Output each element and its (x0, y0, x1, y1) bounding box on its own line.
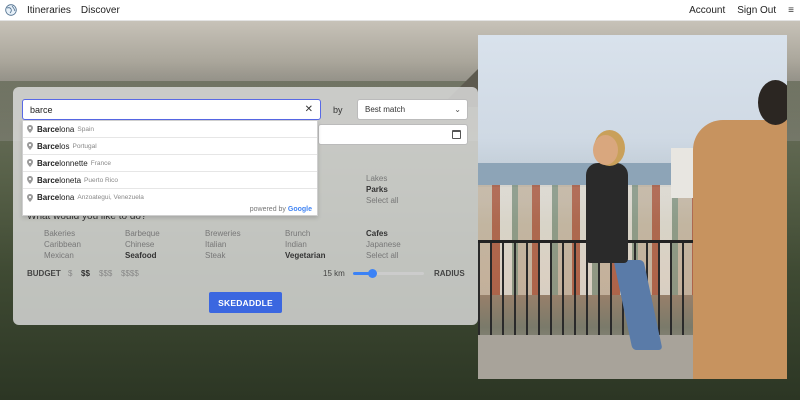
radius-label: RADIUS (434, 269, 465, 278)
budget-option-2[interactable]: $$ (81, 269, 90, 278)
suggestion-item[interactable]: Barcelona Spain (23, 121, 317, 138)
suggestion-name: Barcelona (37, 193, 74, 202)
suggestion-name: Barcelonnette (37, 159, 88, 168)
suggestion-item[interactable]: Barcelona Anzoategui, Venezuela (23, 189, 317, 206)
photo-man-body (693, 120, 787, 379)
food-seafood[interactable]: Seafood (125, 251, 157, 260)
chevron-down-icon: ⌄ (454, 105, 461, 114)
nav-right-group: Account Sign Out ≡ (689, 5, 800, 16)
food-steak[interactable]: Steak (205, 251, 225, 260)
powered-by-google: powered by Google (250, 206, 312, 213)
food-mexican[interactable]: Mexican (44, 251, 74, 260)
food-brunch[interactable]: Brunch (285, 229, 310, 238)
nav-discover[interactable]: Discover (81, 5, 120, 16)
suggestion-region: Puerto Rico (84, 176, 119, 184)
suggestion-region: Portugal (72, 142, 97, 150)
suggestion-name: Barceloneta (37, 176, 81, 185)
suggestion-name: Barcelona (37, 125, 74, 134)
date-field[interactable] (318, 124, 468, 145)
suggestion-rest: lonnette (59, 158, 88, 168)
map-pin-icon (27, 193, 33, 202)
suggestion-match: Barce (37, 141, 60, 151)
nav-sign-out[interactable]: Sign Out (737, 5, 776, 16)
suggestion-region: Spain (77, 125, 94, 133)
food-italian[interactable]: Italian (205, 240, 226, 249)
powered-by-prefix: powered by (249, 206, 288, 213)
activity-lakes[interactable]: Lakes (366, 174, 387, 183)
clear-icon[interactable]: ✕ (305, 104, 313, 115)
food-cafes[interactable]: Cafes (366, 229, 388, 238)
food-chinese[interactable]: Chinese (125, 240, 154, 249)
budget-option-4[interactable]: $$$$ (121, 269, 139, 278)
map-pin-icon (27, 176, 33, 184)
photo-church-tower (671, 148, 693, 198)
photo-man-head (758, 80, 787, 125)
suggestion-match: Barce (37, 124, 60, 134)
suggestion-region: France (90, 159, 111, 167)
suggestion-rest: los (59, 141, 70, 151)
activity-select-all[interactable]: Select all (366, 196, 398, 205)
food-indian[interactable]: Indian (285, 240, 307, 249)
map-pin-icon (27, 125, 33, 133)
nav-account[interactable]: Account (689, 5, 725, 16)
suggestion-match: Barce (37, 175, 60, 185)
food-select-all[interactable]: Select all (366, 251, 398, 260)
globe-icon[interactable] (5, 4, 17, 16)
food-bakeries[interactable]: Bakeries (44, 229, 75, 238)
suggestion-rest: lona (59, 193, 75, 202)
food-breweries[interactable]: Breweries (205, 229, 241, 238)
photo-woman-body (586, 163, 628, 263)
suggestion-item[interactable]: Barceloneta Puerto Rico (23, 172, 317, 189)
suggestion-item[interactable]: Barcelonnette France (23, 155, 317, 172)
suggestion-name: Barcelos (37, 142, 69, 151)
top-nav: Itineraries Discover Account Sign Out ≡ (0, 0, 800, 21)
budget-label: BUDGET (27, 269, 61, 278)
sort-by-label: by (333, 105, 343, 115)
radius-value: 15 km (323, 269, 345, 278)
photo-woman-head (593, 135, 618, 165)
budget-option-1[interactable]: $ (68, 269, 72, 278)
food-barbeque[interactable]: Barbeque (125, 229, 160, 238)
nav-itineraries[interactable]: Itineraries (27, 5, 71, 16)
food-japanese[interactable]: Japanese (366, 240, 401, 249)
food-vegetarian[interactable]: Vegetarian (285, 251, 325, 260)
suggestion-rest: loneta (59, 175, 82, 185)
budget-option-3[interactable]: $$$ (99, 269, 112, 278)
suggestion-rest: lona (59, 124, 75, 134)
food-caribbean[interactable]: Caribbean (44, 240, 81, 249)
suggestion-match: Barce (37, 158, 60, 168)
calendar-icon[interactable] (452, 130, 461, 139)
hero-photo (478, 35, 787, 379)
activity-parks[interactable]: Parks (366, 185, 388, 194)
suggestion-region: Anzoategui, Venezuela (77, 194, 144, 201)
radius-slider[interactable] (353, 269, 424, 278)
google-logo-text: Google (287, 206, 312, 213)
sort-select[interactable]: Best match ⌄ (357, 99, 468, 120)
map-pin-icon (27, 159, 33, 167)
skedaddle-button[interactable]: SKEDADDLE (209, 292, 282, 313)
menu-icon[interactable]: ≡ (788, 5, 794, 16)
sort-selected-value: Best match (365, 105, 406, 114)
suggestion-match: Barce (37, 193, 60, 202)
suggestion-item[interactable]: Barcelos Portugal (23, 138, 317, 155)
destination-input[interactable] (23, 104, 293, 115)
map-pin-icon (27, 142, 33, 150)
destination-search[interactable]: ✕ (22, 99, 321, 120)
autocomplete-dropdown: Barcelona Spain Barcelos Portugal Barcel… (22, 120, 318, 216)
